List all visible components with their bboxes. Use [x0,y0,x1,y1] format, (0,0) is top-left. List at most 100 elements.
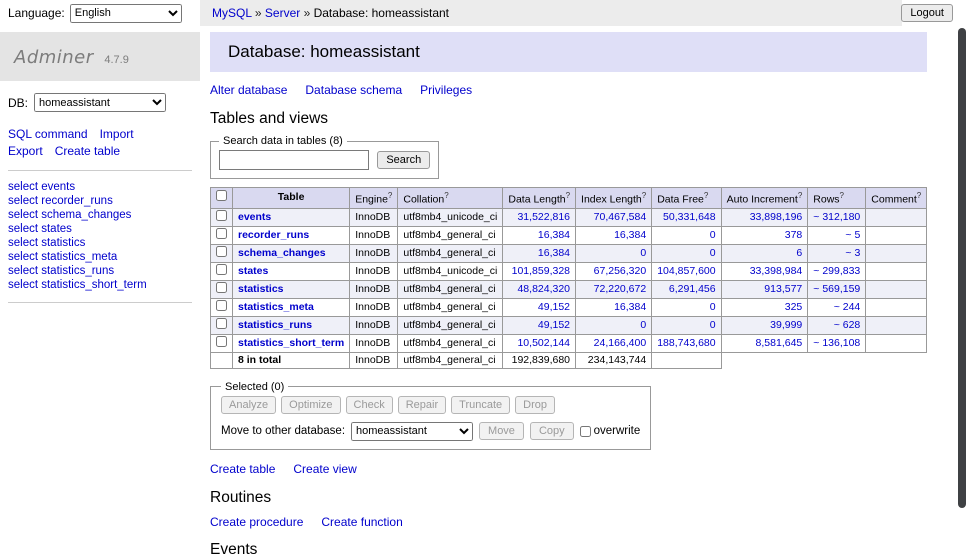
app-logo: Adminer 4.7.9 [0,32,200,81]
language-label: Language: [8,6,65,20]
row-checkbox-statistics[interactable] [216,282,227,293]
table-link-statistics[interactable]: statistics [238,283,284,295]
sidebar-inner: DB: homeassistant SQL commandImportExpor… [0,81,200,303]
sidebar-select-schema-changes[interactable]: select schema_changes [8,209,131,221]
breadcrumb: MySQL » Server » Database: homeassistant [200,0,902,26]
comment-cell [866,244,927,262]
index-length-cell: 70,467,584 [576,208,652,226]
check-button[interactable]: Check [346,396,393,414]
data-length-cell: 16,384 [503,244,576,262]
table-header-row: TableEngine?Collation?Data Length?Index … [211,188,927,209]
help-icon[interactable]: ? [917,191,921,200]
logout-button[interactable]: Logout [901,4,953,22]
truncate-button[interactable]: Truncate [451,396,510,414]
column-header-comment[interactable]: Comment? [866,188,927,209]
column-header-rows[interactable]: Rows? [808,188,866,209]
language-select[interactable]: English [70,4,182,23]
sidebar-select-recorder-runs[interactable]: select recorder_runs [8,195,113,207]
sidebar-select-statistics-meta[interactable]: select statistics_meta [8,251,117,263]
data-length-cell: 16,384 [503,226,576,244]
search-button[interactable]: Search [377,151,430,169]
help-icon[interactable]: ? [642,191,646,200]
row-check-cell [211,226,233,244]
table-total-row: 8 in totalInnoDButf8mb4_general_ci192,83… [211,352,927,368]
repair-button[interactable]: Repair [398,396,446,414]
sidebar-link-sql-command[interactable]: SQL command [8,127,88,141]
routine-links: Create procedure Create function [210,515,927,529]
sidebar-table-list: select events select recorder_runsselect … [8,180,192,303]
optimize-button[interactable]: Optimize [281,396,340,414]
row-checkbox-states[interactable] [216,264,227,275]
engine-cell: InnoDB [350,226,398,244]
database-schema-link[interactable]: Database schema [305,83,402,97]
privileges-link[interactable]: Privileges [420,83,472,97]
search-input[interactable] [219,150,369,170]
sidebar-link-create-table[interactable]: Create table [55,144,120,158]
column-header-auto-increment[interactable]: Auto Increment? [721,188,808,209]
row-checkbox-statistics-runs[interactable] [216,318,227,329]
page-title: Database: homeassistant [210,32,927,72]
page-scrollbar[interactable] [958,0,966,543]
analyze-button[interactable]: Analyze [221,396,276,414]
table-link-statistics-meta[interactable]: statistics_meta [238,301,314,313]
table-link-statistics-short-term[interactable]: statistics_short_term [238,337,344,349]
breadcrumb-separator: » [252,6,265,20]
create-procedure-link[interactable]: Create procedure [210,515,303,529]
help-icon[interactable]: ? [566,191,570,200]
sidebar-select-states[interactable]: select states [8,223,72,235]
row-checkbox-events[interactable] [216,210,227,221]
row-checkbox-schema-changes[interactable] [216,246,227,257]
help-icon[interactable]: ? [798,191,802,200]
scrollbar-thumb[interactable] [958,28,966,508]
breadcrumb-link-server[interactable]: Server [265,6,300,20]
table-link-statistics-runs[interactable]: statistics_runs [238,319,312,331]
create-table-link[interactable]: Create table [210,462,275,476]
total-collation-cell: utf8mb4_general_ci [398,352,503,368]
sidebar-link-import[interactable]: Import [100,127,134,141]
sidebar-select-statistics-short-term[interactable]: select statistics_short_term [8,279,147,291]
column-header-data-free[interactable]: Data Free? [652,188,721,209]
help-icon[interactable]: ? [704,191,708,200]
alter-database-link[interactable]: Alter database [210,83,287,97]
select-all-checkbox[interactable] [216,190,227,201]
table-link-schema-changes[interactable]: schema_changes [238,247,326,259]
sidebar: Adminer 4.7.9 DB: homeassistant SQL comm… [0,26,200,543]
help-icon[interactable]: ? [444,191,448,200]
move-db-select[interactable]: homeassistant [351,422,473,441]
auto-increment-cell: 378 [721,226,808,244]
auto-increment-cell: 6 [721,244,808,262]
column-header-engine[interactable]: Engine? [350,188,398,209]
column-header-data-length[interactable]: Data Length? [503,188,576,209]
comment-cell [866,334,927,352]
overwrite-checkbox[interactable] [580,426,591,437]
help-icon[interactable]: ? [840,191,844,200]
comment-cell [866,226,927,244]
table-link-states[interactable]: states [238,265,268,277]
row-checkbox-statistics-short-term[interactable] [216,336,227,347]
collation-cell: utf8mb4_general_ci [398,226,503,244]
create-function-link[interactable]: Create function [321,515,402,529]
move-button[interactable]: Move [479,422,524,440]
breadcrumb-link-mysql[interactable]: MySQL [212,6,252,20]
sidebar-link-export[interactable]: Export [8,144,43,158]
sidebar-select-events[interactable]: select events [8,181,75,193]
table-name-cell: statistics_short_term [233,334,350,352]
copy-button[interactable]: Copy [530,422,574,440]
sidebar-select-statistics-runs[interactable]: select statistics_runs [8,265,114,277]
collation-cell: utf8mb4_unicode_ci [398,262,503,280]
row-checkbox-statistics-meta[interactable] [216,300,227,311]
sidebar-table-item: select statistics_short_term [8,278,192,292]
column-header-table[interactable]: Table [233,188,350,209]
help-icon[interactable]: ? [388,191,392,200]
row-checkbox-recorder-runs[interactable] [216,228,227,239]
drop-button[interactable]: Drop [515,396,555,414]
sidebar-select-statistics[interactable]: select statistics [8,237,85,249]
table-link-recorder-runs[interactable]: recorder_runs [238,229,309,241]
create-view-link[interactable]: Create view [293,462,356,476]
search-fieldset: Search data in tables (8) Search [210,135,439,179]
column-header-collation[interactable]: Collation? [398,188,503,209]
events-heading: Events [210,541,927,559]
column-header-index-length[interactable]: Index Length? [576,188,652,209]
db-select[interactable]: homeassistant [34,93,166,112]
table-link-events[interactable]: events [238,211,271,223]
